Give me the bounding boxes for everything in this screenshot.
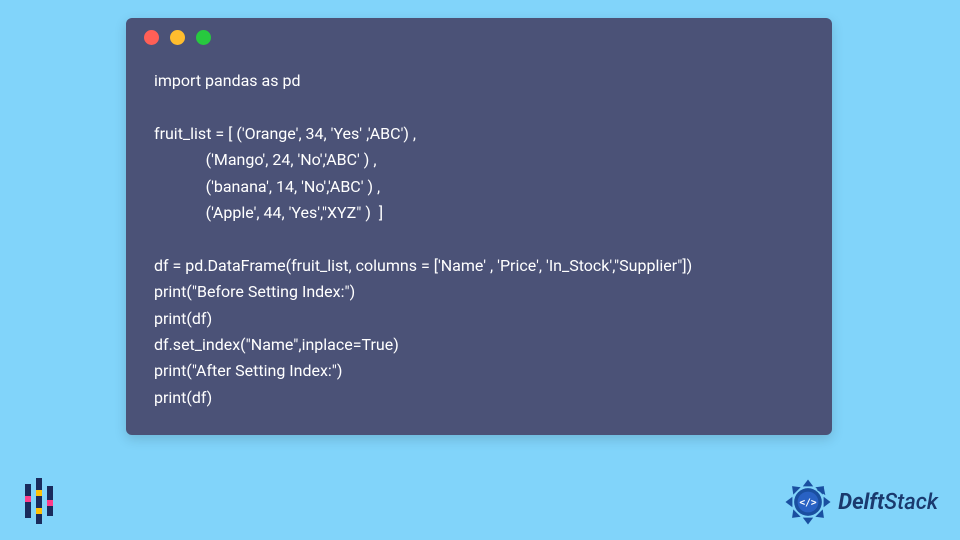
window-titlebar [126,18,832,56]
svg-text:</>: </> [800,497,817,508]
delftstack-wordmark: DelftStack [838,490,938,515]
code-line: df.set_index("Name",inplace=True) [154,335,399,354]
close-icon[interactable] [144,30,159,45]
code-line: ('Apple', 44, 'Yes',"XYZ" ) ] [154,203,383,222]
code-body: import pandas as pd fruit_list = [ ('Ora… [126,56,832,435]
code-line: df = pd.DataFrame(fruit_list, columns = … [154,256,692,275]
publisher-logo-icon [22,476,62,526]
delftstack-badge-icon: </> [782,476,834,528]
zoom-icon[interactable] [196,30,211,45]
code-window: import pandas as pd fruit_list = [ ('Ora… [126,18,832,435]
code-line: print("After Setting Index:") [154,361,342,380]
code-line: fruit_list = [ ('Orange', 34, 'Yes' ,'AB… [154,124,416,143]
delftstack-logo: </> DelftStack [782,476,938,528]
code-line: print(df) [154,309,212,328]
minimize-icon[interactable] [170,30,185,45]
code-line: print(df) [154,388,212,407]
code-line: print("Before Setting Index:") [154,282,355,301]
code-line: ('banana', 14, 'No','ABC' ) , [154,177,380,196]
code-line: import pandas as pd [154,71,300,90]
code-line: ('Mango', 24, 'No','ABC' ) , [154,150,376,169]
